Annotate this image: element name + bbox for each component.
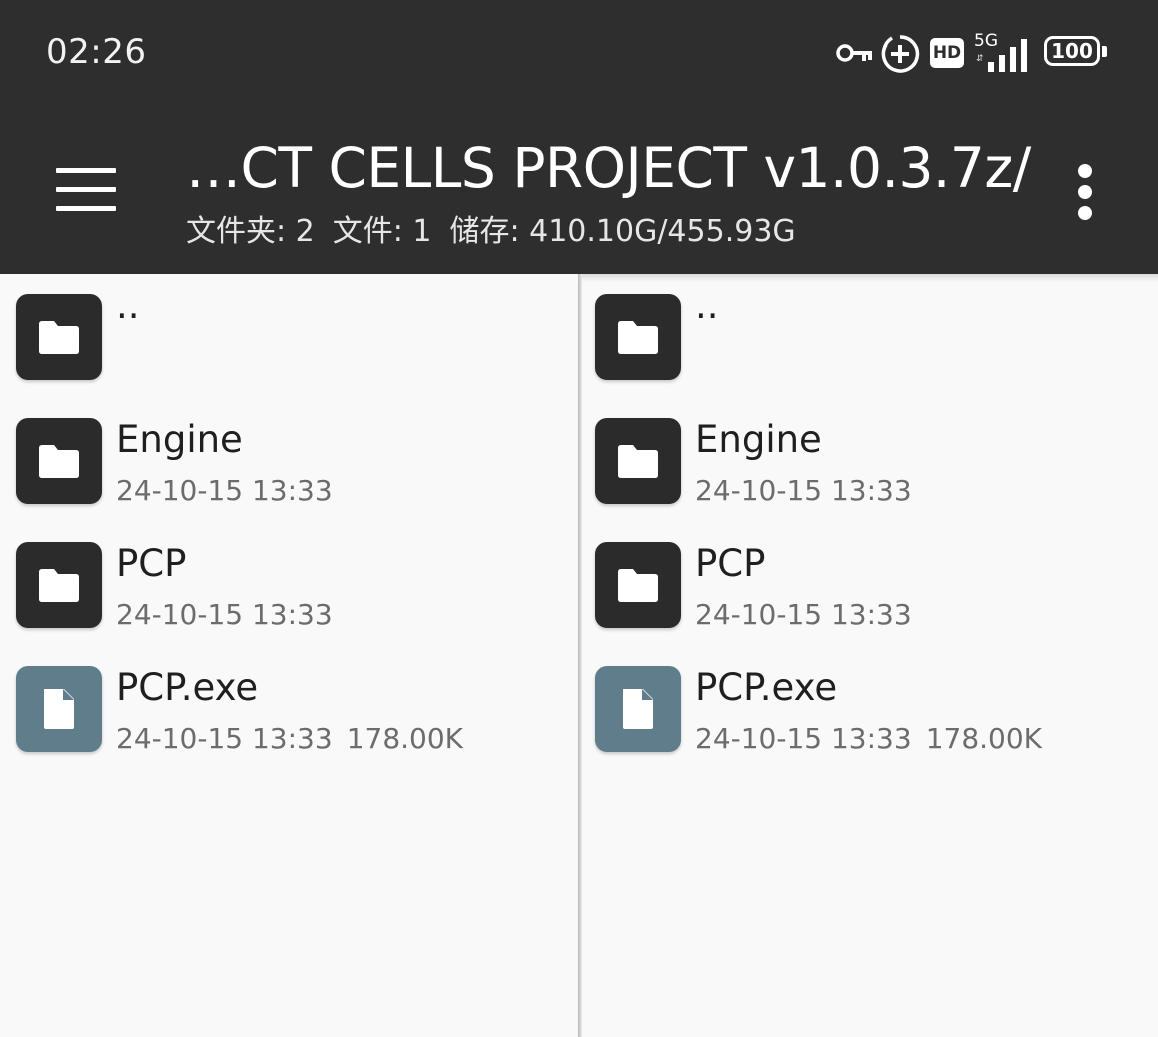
left-pane: .. Engine 24-10-15 13:33 PCP 24-10-15 13:33 P… <box>0 274 578 1037</box>
item-size: 178.00K <box>925 722 1043 755</box>
folder-count: 文件夹: 2 <box>186 214 315 249</box>
item-meta: 24-10-15 13:33 <box>116 598 333 631</box>
status-clock: 02:26 <box>46 32 147 72</box>
path-title: …CT CELLS PROJECT v1.0.3.7z/ <box>186 136 1031 200</box>
item-name: Engine <box>695 418 822 461</box>
item-meta: 24-10-15 13:33 178.00K <box>695 722 1042 755</box>
item-meta: 24-10-15 13:33 <box>695 598 912 631</box>
storage-summary: 文件夹: 2 文件: 1 储存: 410.10G/455.93G <box>186 206 796 250</box>
item-meta: 24-10-15 13:33 <box>695 474 912 507</box>
signal-5g-icon: 5G ⇵ <box>974 32 1036 74</box>
item-meta: 24-10-15 13:33 <box>116 474 333 507</box>
hamburger-menu-icon[interactable] <box>50 160 122 220</box>
status-icons: HD 5G ⇵ 100 <box>836 30 1116 76</box>
item-date: 24-10-15 13:33 <box>116 598 333 631</box>
list-item-folder-engine[interactable]: Engine 24-10-15 13:33 <box>0 398 578 510</box>
app-toolbar: …CT CELLS PROJECT v1.0.3.7z/ 文件夹: 2 文件: 1… <box>0 108 1158 274</box>
battery-icon: 100 <box>1044 36 1108 70</box>
folder-icon <box>16 542 102 628</box>
folder-icon <box>16 294 102 380</box>
item-meta: 24-10-15 13:33 178.00K <box>116 722 463 755</box>
list-item-parent-directory[interactable]: .. <box>582 274 1158 386</box>
list-item-folder-engine[interactable]: Engine 24-10-15 13:33 <box>582 398 1158 510</box>
folder-icon <box>16 418 102 504</box>
item-date: 24-10-15 13:33 <box>116 474 333 507</box>
item-date: 24-10-15 13:33 <box>116 722 333 755</box>
file-count: 文件: 1 <box>332 214 432 249</box>
list-item-parent-directory[interactable]: .. <box>0 274 578 386</box>
item-size: 178.00K <box>346 722 464 755</box>
status-bar: 02:26 HD 5G ⇵ 100 <box>0 0 1158 108</box>
item-name: .. <box>116 284 140 327</box>
item-name: PCP.exe <box>116 666 259 709</box>
file-icon <box>16 666 102 752</box>
item-date: 24-10-15 13:33 <box>695 722 912 755</box>
item-name: PCP <box>695 542 766 585</box>
item-name: PCP <box>116 542 187 585</box>
file-icon <box>595 666 681 752</box>
list-item-file-pcp-exe[interactable]: PCP.exe 24-10-15 13:33 178.00K <box>0 646 578 758</box>
storage-usage: 储存: 410.10G/455.93G <box>449 214 796 249</box>
item-name: Engine <box>116 418 243 461</box>
list-item-file-pcp-exe[interactable]: PCP.exe 24-10-15 13:33 178.00K <box>582 646 1158 758</box>
pane-shadow <box>582 274 1158 282</box>
battery-level: 100 <box>1051 39 1093 63</box>
folder-icon <box>595 542 681 628</box>
vpn-key-icon <box>836 44 872 62</box>
right-pane: .. Engine 24-10-15 13:33 PCP 24-10-15 13:33 P… <box>582 274 1158 1037</box>
item-name: PCP.exe <box>695 666 838 709</box>
item-name: .. <box>695 284 719 327</box>
more-vert-icon[interactable] <box>1066 164 1106 220</box>
folder-icon <box>595 418 681 504</box>
data-saver-icon <box>881 35 920 73</box>
item-date: 24-10-15 13:33 <box>695 474 912 507</box>
list-item-folder-pcp[interactable]: PCP 24-10-15 13:33 <box>582 522 1158 634</box>
hd-icon: HD <box>930 38 964 68</box>
list-item-folder-pcp[interactable]: PCP 24-10-15 13:33 <box>0 522 578 634</box>
folder-icon <box>595 294 681 380</box>
item-date: 24-10-15 13:33 <box>695 598 912 631</box>
